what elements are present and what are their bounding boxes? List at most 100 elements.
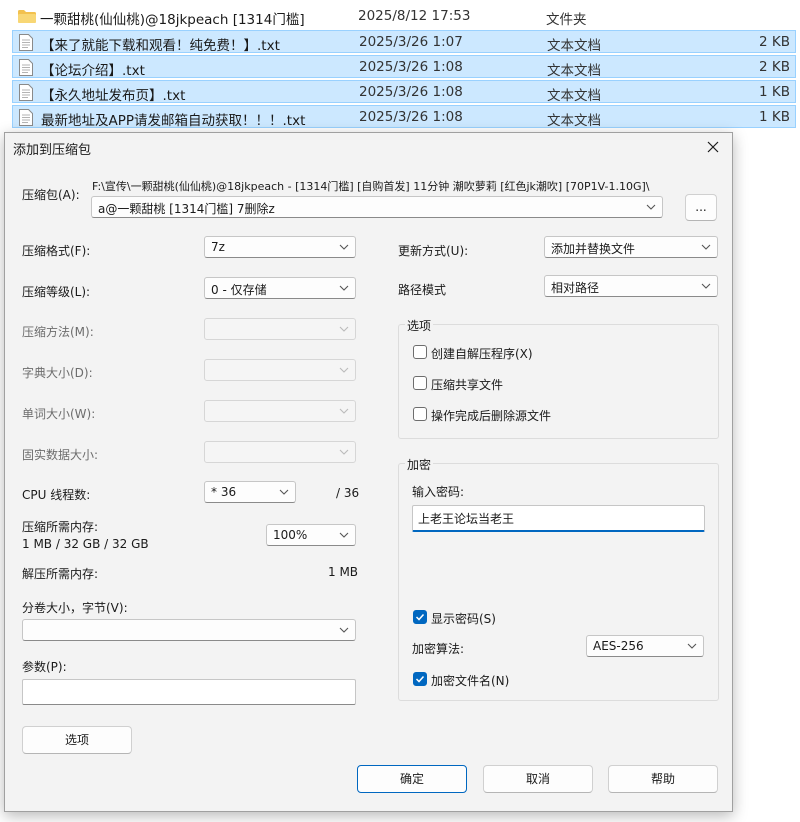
chevron-down-icon [279,489,289,495]
mem-compress-detail: 1 MB / 32 GB / 32 GB [22,537,149,551]
text-file-icon [19,84,33,101]
title-bar[interactable]: 添加到压缩包 [5,133,732,161]
level-value: 0 - 仅存储 [211,283,267,297]
path-mode-select[interactable]: 相对路径 [544,275,718,297]
chevron-down-icon [687,643,697,649]
file-size: 1 KB [759,109,790,125]
show-password-label: 显示密码(S) [431,612,496,626]
archive-label: 压缩包(A): [22,188,80,202]
text-file-icon [19,59,33,76]
encryption-group-title: 加密 [405,456,434,473]
delete-source-checkbox[interactable] [413,407,427,421]
file-size: 2 KB [759,34,790,50]
file-type: 文件夹 [546,12,587,28]
cancel-button[interactable]: 取消 [483,765,593,793]
method-label: 压缩方法(M): [22,325,94,339]
show-password-checkbox[interactable] [413,610,427,624]
solid-select[interactable] [204,441,356,463]
archive-path-combo[interactable]: a@一颗甜桃 [1314门槛] 7删除z [91,196,663,218]
word-label: 单词大小(W): [22,407,96,421]
shared-label: 压缩共享文件 [431,378,504,392]
mem-compress-select[interactable]: 100% [266,524,356,546]
chevron-down-icon [339,244,349,250]
dialog-title: 添加到压缩包 [13,143,92,158]
file-name: 【永久地址发布页】.txt [41,88,186,104]
file-date: 2025/3/26 1:08 [359,84,463,100]
file-row[interactable]: 【永久地址发布页】.txt 2025/3/26 1:08 文本文档 1 KB [12,80,796,104]
format-select[interactable]: 7z [204,236,356,258]
help-button[interactable]: 帮助 [608,765,718,793]
threads-max: / 36 [336,486,360,500]
format-value: 7z [211,240,225,254]
chevron-down-icon [701,244,711,250]
format-label: 压缩格式(F): [22,244,91,258]
file-date: 2025/3/26 1:07 [359,34,463,50]
solid-label: 固实数据大小: [22,448,99,462]
options-button[interactable]: 选项 [22,726,132,754]
archive-path-value: a@一颗甜桃 [1314门槛] 7删除z [98,202,275,216]
chevron-down-icon [339,449,349,455]
options-group-title: 选项 [405,317,434,334]
ok-button[interactable]: 确定 [357,765,467,793]
shared-checkbox[interactable] [413,376,427,390]
file-row-folder[interactable]: 一颗甜桃(仙仙桃)@18jkpeach [1314门槛] 2025/8/12 1… [12,5,796,28]
volume-label: 分卷大小，字节(V): [22,601,128,615]
chevron-down-icon [339,285,349,291]
mem-decompress-value: 1 MB [328,565,359,579]
chevron-down-icon [701,283,711,289]
chevron-down-icon [646,204,656,210]
file-row[interactable]: 最新地址及APP请发邮箱自动获取！！！.txt 2025/3/26 1:08 文… [12,105,796,129]
path-mode-value: 相对路径 [551,281,600,295]
path-mode-label: 路径模式 [398,283,447,297]
file-date: 2025/3/26 1:08 [359,59,463,75]
file-row[interactable]: 【论坛介绍】.txt 2025/3/26 1:08 文本文档 2 KB [12,55,796,79]
file-type: 文本文档 [547,38,601,54]
text-file-icon [19,109,33,126]
file-name: 【论坛介绍】.txt [41,63,145,79]
word-select[interactable] [204,400,356,422]
mem-compress-value: 100% [273,528,308,542]
file-date: 2025/8/12 17:53 [358,8,471,24]
chevron-down-icon [339,367,349,373]
mem-compress-label: 压缩所需内存: [22,520,99,534]
volume-select[interactable] [22,619,356,641]
file-size: 1 KB [759,84,790,100]
browse-button[interactable]: ... [685,194,717,221]
dict-select[interactable] [204,359,356,381]
encrypt-names-label: 加密文件名(N) [431,674,510,688]
add-to-archive-dialog: 添加到压缩包 压缩包(A): F:\宣传\一颗甜桃(仙仙桃)@18jkpeach… [4,132,733,812]
threads-select[interactable]: * 36 [204,481,296,503]
chevron-down-icon [339,627,349,633]
file-name: 【来了就能下载和观看！纯免费！】.txt [41,38,280,54]
file-date: 2025/3/26 1:08 [359,109,463,125]
close-icon [707,141,719,153]
file-row[interactable]: 【来了就能下载和观看！纯免费！】.txt 2025/3/26 1:07 文本文档… [12,30,796,54]
method-select[interactable] [204,318,356,340]
threads-value: * 36 [211,485,237,499]
update-select[interactable]: 添加并替换文件 [544,236,718,258]
checkmark-icon [415,613,425,621]
password-value: 上老王论坛当老王 [418,512,515,526]
update-label: 更新方式(U): [398,244,469,258]
sfx-label: 创建自解压程序(X) [431,347,533,361]
sfx-checkbox[interactable] [413,345,427,359]
params-input[interactable] [22,679,356,705]
password-input[interactable]: 上老王论坛当老王 [412,505,705,532]
file-type: 文本文档 [547,88,601,104]
update-value: 添加并替换文件 [551,242,636,256]
password-label: 输入密码: [412,485,465,499]
encryption-method-label: 加密算法: [412,642,465,656]
close-button[interactable] [698,135,728,159]
text-file-icon [19,34,33,51]
checkmark-icon [415,675,425,683]
file-type: 文本文档 [547,113,601,129]
encryption-method-select[interactable]: AES-256 [586,635,704,657]
params-label: 参数(P): [22,660,67,674]
encrypt-names-checkbox[interactable] [413,672,427,686]
level-label: 压缩等级(L): [22,285,91,299]
encryption-method-value: AES-256 [593,639,644,653]
delete-source-label: 操作完成后删除源文件 [431,409,552,423]
chevron-down-icon [339,408,349,414]
level-select[interactable]: 0 - 仅存储 [204,277,356,299]
threads-label: CPU 线程数: [22,488,91,502]
